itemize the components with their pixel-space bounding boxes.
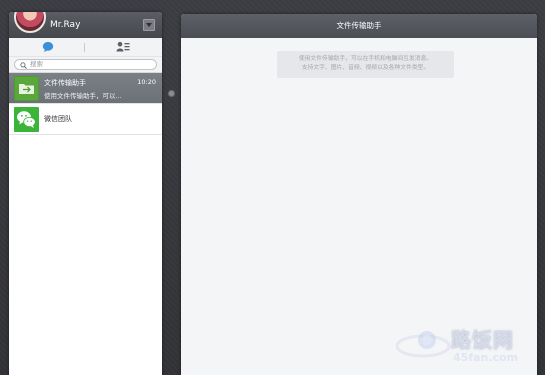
system-notice: 使用文件传输助手，可以在手机和电脑间互发消息。 支持文字、图片、音频、视频以及各… <box>277 51 454 78</box>
conversation-list: 文件传输助手 10:20 使用文件传输助手，可以... 微信团队 <box>9 73 162 135</box>
conversation-name: 微信团队 <box>44 115 72 123</box>
search-icon <box>20 62 27 69</box>
notice-line-2: 支持文字、图片、音频、视频以及各种文件类型。 <box>301 65 430 71</box>
tab-divider <box>84 43 85 52</box>
contacts-icon[interactable] <box>116 41 130 53</box>
chat-bubble-icon[interactable] <box>42 41 54 53</box>
conversation-name: 文件传输助手 <box>44 79 86 87</box>
menu-dropdown-button[interactable] <box>143 19 155 31</box>
folder-icon <box>14 76 39 101</box>
conversation-sidebar: Mr.Ray 搜索 文件传输助手 10:20 使用文件传输助手，可以... 微信… <box>9 12 162 375</box>
site-watermark: 路饭网 45fan.com <box>395 318 545 375</box>
watermark-brand: 路饭网 <box>451 328 514 352</box>
notice-line-1: 使用文件传输助手，可以在手机和电脑间互发消息。 <box>298 56 433 62</box>
search-placeholder: 搜索 <box>30 60 43 68</box>
avatar[interactable] <box>14 12 46 33</box>
watermark-url: 45fan.com <box>453 351 519 364</box>
profile-bar: Mr.Ray <box>9 12 162 38</box>
sidebar-tabs <box>9 38 162 57</box>
conversation-item-wechat-team[interactable]: 微信团队 <box>9 104 162 135</box>
chat-title: 文件传输助手 <box>181 14 537 38</box>
watermark-swoosh-icon <box>395 331 451 358</box>
search-row: 搜索 <box>9 57 162 73</box>
user-name: Mr.Ray <box>50 20 81 30</box>
conversation-item-file-transfer[interactable]: 文件传输助手 10:20 使用文件传输助手，可以... <box>9 73 162 104</box>
conversation-time: 10:20 <box>137 78 156 86</box>
panel-connector-dot <box>168 90 175 97</box>
wechat-logo-icon <box>14 107 39 132</box>
conversation-preview: 使用文件传输助手，可以... <box>44 92 122 100</box>
search-input[interactable]: 搜索 <box>14 59 157 70</box>
